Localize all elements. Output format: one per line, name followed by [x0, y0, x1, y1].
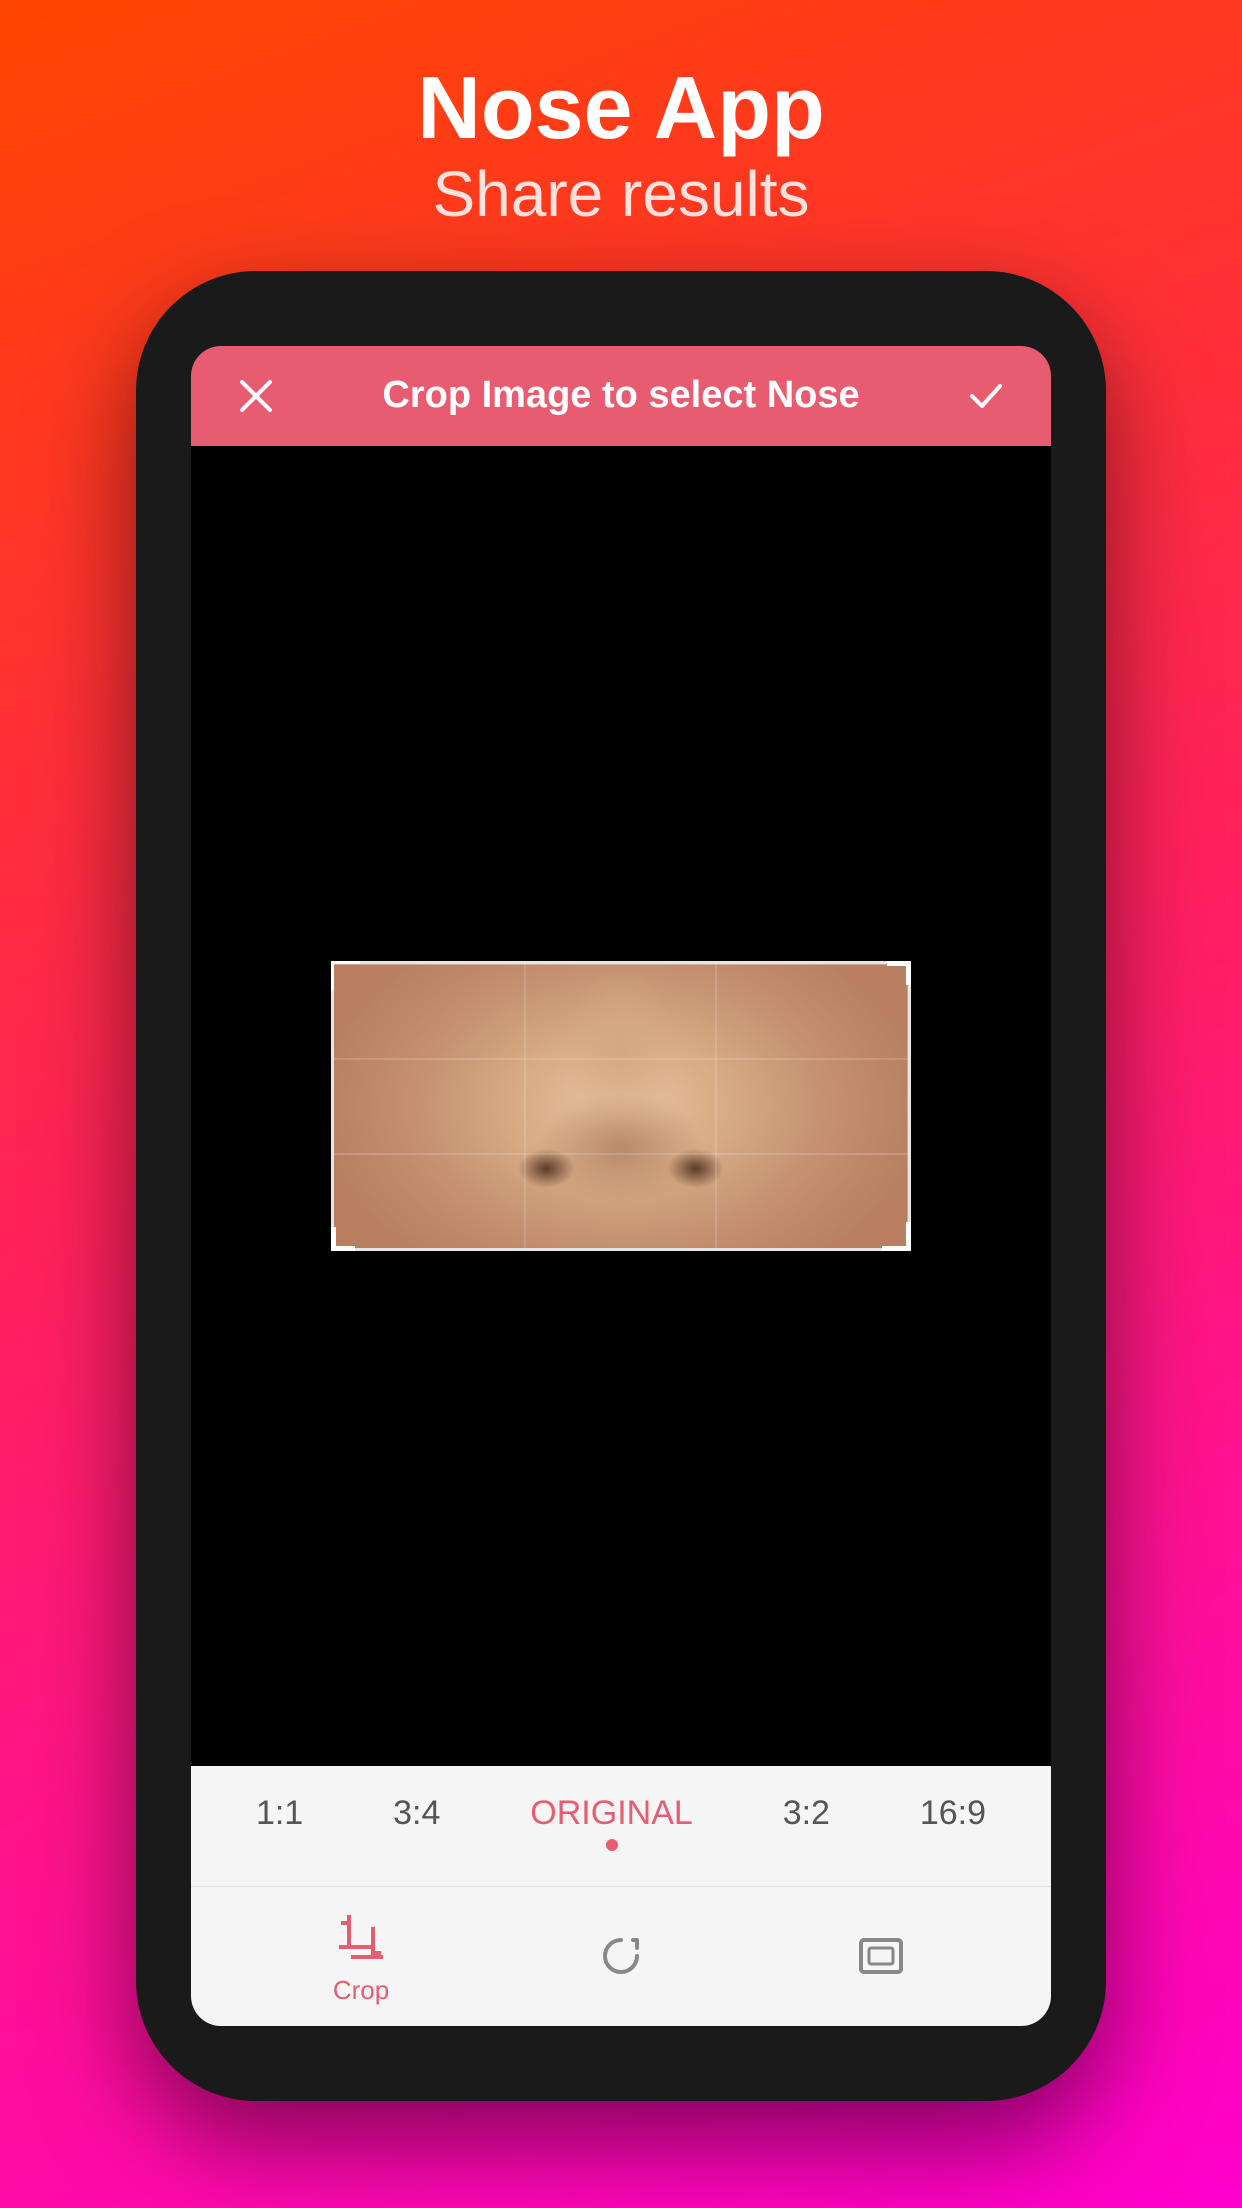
confirm-button[interactable] — [961, 371, 1011, 421]
toolbar-item-rotate[interactable] — [591, 1926, 651, 1986]
app-header: Nose App Share results — [417, 0, 824, 271]
toolbar-item-aspect[interactable] — [851, 1926, 911, 1986]
app-subtitle: Share results — [417, 157, 824, 231]
aspect-icon — [851, 1926, 911, 1986]
ratio-option-original[interactable]: ORIGINAL — [520, 1794, 702, 1851]
corner-handle-tr — [887, 961, 911, 985]
top-bar: Crop Image to select Nose — [191, 346, 1051, 446]
ratio-option-16-9[interactable]: 16:9 — [910, 1794, 996, 1851]
nose-image — [334, 964, 908, 1248]
rotate-icon — [591, 1926, 651, 1986]
phone-frame: Crop Image to select Nose 1:1 3:4 ORIGIN… — [136, 271, 1106, 2101]
image-area — [191, 446, 1051, 1766]
ratio-active-dot — [606, 1839, 618, 1851]
ratio-bar: 1:1 3:4 ORIGINAL 3:2 16:9 — [191, 1766, 1051, 1886]
phone-screen: Crop Image to select Nose 1:1 3:4 ORIGIN… — [191, 346, 1051, 2026]
ratio-option-1-1[interactable]: 1:1 — [246, 1794, 313, 1851]
bottom-toolbar: Crop — [191, 1886, 1051, 2026]
top-bar-title: Crop Image to select Nose — [281, 374, 961, 417]
corner-handle-bl — [331, 1227, 355, 1251]
app-title: Nose App — [417, 60, 824, 157]
crop-box[interactable] — [331, 961, 911, 1251]
crop-icon — [331, 1907, 391, 1967]
ratio-option-3-4[interactable]: 3:4 — [383, 1794, 450, 1851]
close-button[interactable] — [231, 371, 281, 421]
ratio-option-3-2[interactable]: 3:2 — [773, 1794, 840, 1851]
toolbar-item-crop[interactable]: Crop — [331, 1907, 391, 2006]
crop-label: Crop — [333, 1975, 389, 2006]
ratio-options: 1:1 3:4 ORIGINAL 3:2 16:9 — [191, 1794, 1051, 1851]
